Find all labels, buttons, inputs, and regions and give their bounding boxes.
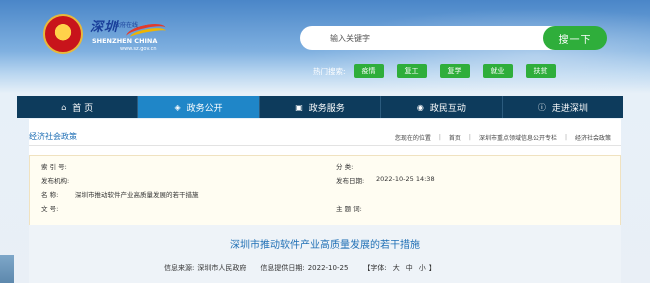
nav-label-gov-service: 政务服务 — [308, 103, 345, 114]
nav-label-gov-open: 政务公开 — [186, 103, 223, 114]
nav-item-gov-service[interactable]: ▣ 政务服务 — [260, 96, 382, 118]
main-nav: ⌂ 首 页 ◈ 政务公开 ▣ 政务服务 ◉ 政民互动 ⓘ 走进深圳 — [17, 96, 623, 118]
meta-date-value: 2022-10-25 14:38 — [376, 175, 435, 183]
article-title: 深圳市推动软件产业高质量发展的若干措施 — [230, 240, 420, 251]
breadcrumb-item-home[interactable]: 首页 — [449, 133, 461, 142]
nav-item-gov-open[interactable]: ◈ 政务公开 — [138, 96, 260, 118]
font-size-switcher: 【字体: 大 中 小 】 — [363, 263, 438, 273]
nav-label-about-shenzhen: 走进深圳 — [551, 103, 588, 114]
article-info: 信息来源: 深圳市人民政府 信息提供日期: 2022-10-25 【字体: 大 … — [164, 263, 439, 273]
hot-search-label: 热门搜索: — [313, 66, 346, 76]
document-meta: 索 引 号: 分 类: 发布机构: 发布日期: 2022-10-25 14:38… — [29, 155, 621, 227]
source-value: 深圳市人民政府 — [197, 264, 247, 272]
nav-label-interaction: 政民互动 — [429, 103, 466, 114]
hot-tag-5[interactable]: 扶贫 — [525, 64, 556, 78]
breadcrumb: 您现在的位置 | 首页 | 深圳市重点领域信息公开专栏 | 经济社会政策 — [391, 133, 615, 142]
meta-row: 索 引 号: 分 类: — [30, 158, 620, 172]
monitor-icon: ▣ — [295, 102, 303, 112]
logo-url: www.sz.gov.cn — [120, 46, 157, 52]
search-button[interactable]: 搜一下 — [543, 26, 607, 50]
nav-item-about-shenzhen[interactable]: ⓘ 走进深圳 — [503, 96, 623, 118]
meta-category-label: 分 类: — [336, 163, 354, 171]
meta-name-value: 深圳市推动软件产业高质量发展的若干措施 — [75, 191, 199, 199]
search-bar: 搜一下 — [300, 26, 607, 50]
breadcrumb-separator: | — [438, 134, 441, 141]
meta-row: 文 号: 主 题 词: — [30, 200, 620, 214]
breadcrumb-location-label: 您现在的位置 — [394, 135, 431, 142]
info-icon: ⓘ — [537, 102, 546, 112]
national-emblem-icon: ★ — [43, 14, 83, 54]
font-large-button[interactable]: 大 — [393, 263, 400, 273]
nav-item-interaction[interactable]: ◉ 政民互动 — [381, 96, 503, 118]
source-label: 信息来源: — [164, 264, 195, 272]
site-logo[interactable]: 深圳 政府在线 SHENZHEN CHINA www.sz.gov.cn — [90, 16, 172, 52]
meta-row: 名 称: 深圳市推动软件产业高质量发展的若干措施 — [30, 186, 620, 200]
font-medium-button[interactable]: 中 — [406, 263, 413, 273]
hot-tag-2[interactable]: 复工 — [396, 64, 427, 78]
site-header: ★ 深圳 政府在线 SHENZHEN CHINA www.sz.gov.cn 搜… — [0, 0, 650, 92]
city-skyline-decoration — [0, 255, 14, 283]
logo-cn-sub: 政府在线 — [114, 22, 139, 29]
font-size-label: 【字体: — [363, 264, 387, 272]
shield-icon: ◈ — [174, 102, 181, 112]
hot-tag-4[interactable]: 就业 — [482, 64, 513, 78]
provide-date-value: 2022-10-25 — [307, 264, 349, 272]
meta-publisher-label: 发布机构: — [41, 177, 70, 185]
breadcrumb-separator: | — [468, 134, 471, 141]
font-small-button[interactable]: 小 — [419, 263, 426, 273]
breadcrumb-bar: 经济社会政策 您现在的位置 | 首页 | 深圳市重点领域信息公开专栏 | 经济社… — [29, 124, 621, 146]
logo-en: SHENZHEN CHINA — [92, 37, 158, 45]
chat-icon: ◉ — [416, 102, 424, 112]
search-input[interactable] — [300, 26, 560, 50]
hot-tag-1[interactable]: 疫情 — [353, 64, 384, 78]
section-title: 经济社会政策 — [29, 132, 77, 141]
nav-label-home: 首 页 — [72, 103, 94, 114]
home-icon: ⌂ — [61, 102, 67, 112]
breadcrumb-item-column[interactable]: 深圳市重点领域信息公开专栏 — [479, 133, 557, 142]
font-size-close: 】 — [428, 264, 436, 272]
meta-row: 发布机构: 发布日期: 2022-10-25 14:38 — [30, 172, 620, 186]
meta-index-label: 索 引 号: — [41, 163, 67, 171]
content-panel: 经济社会政策 您现在的位置 | 首页 | 深圳市重点领域信息公开专栏 | 经济社… — [29, 119, 621, 283]
provide-date-label: 信息提供日期: — [260, 264, 305, 272]
meta-keywords-label: 主 题 词: — [336, 205, 362, 213]
meta-date-label: 发布日期: — [336, 177, 365, 185]
article-header: 深圳市推动软件产业高质量发展的若干措施 信息来源: 深圳市人民政府 信息提供日期… — [29, 225, 621, 283]
meta-name-label: 名 称: — [41, 191, 59, 199]
breadcrumb-item-current[interactable]: 经济社会政策 — [575, 133, 611, 142]
breadcrumb-separator: | — [564, 134, 567, 141]
hot-search: 热门搜索: 疫情 复工 复学 就业 扶贫 — [313, 64, 569, 78]
hot-tag-3[interactable]: 复学 — [439, 64, 470, 78]
meta-docno-label: 文 号: — [41, 205, 59, 213]
nav-item-home[interactable]: ⌂ 首 页 — [17, 96, 139, 118]
